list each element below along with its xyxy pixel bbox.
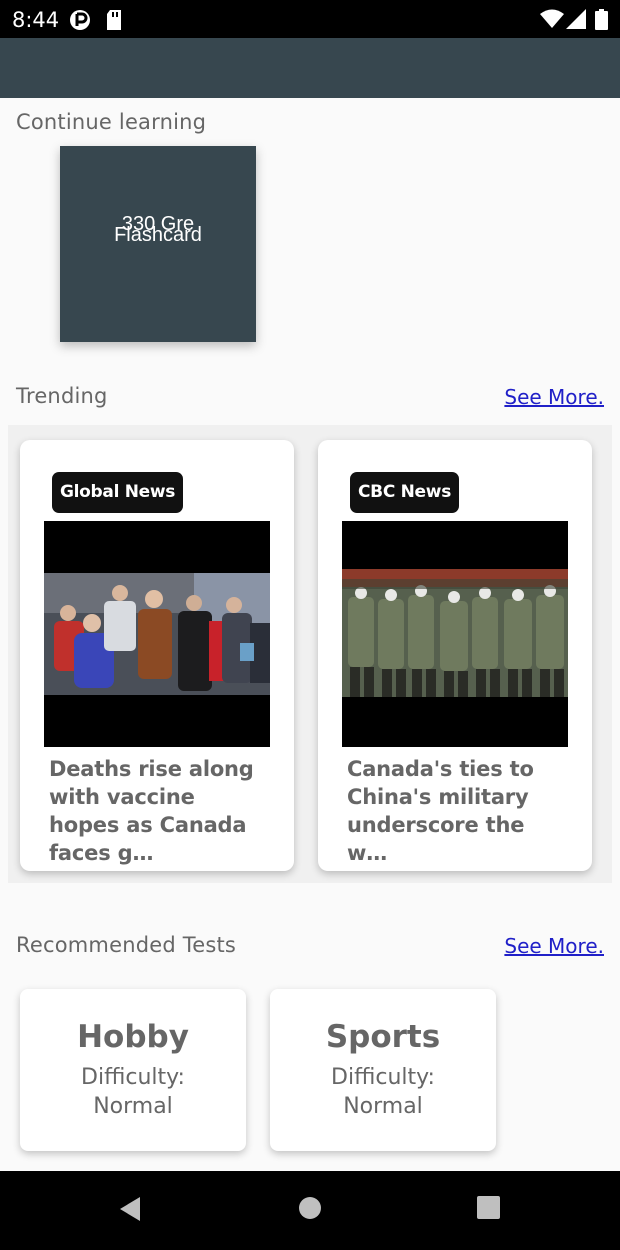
- app-bar: [0, 38, 620, 98]
- flashcard-title-line2: Flashcard: [114, 224, 202, 246]
- status-bar: 8:44: [0, 0, 620, 38]
- test-difficulty-label: Difficulty:: [331, 1065, 435, 1090]
- news-headline: Canada's ties to China's military unders…: [347, 757, 534, 865]
- test-card-hobby[interactable]: Hobby Difficulty: Normal: [20, 989, 246, 1151]
- test-name: Hobby: [77, 1019, 189, 1055]
- trending-see-more-link[interactable]: See More.: [504, 385, 604, 409]
- news-card-2[interactable]: CBC News Canada's ties to China's milita…: [318, 440, 592, 871]
- news-source-badge: Global News: [52, 472, 184, 513]
- status-time: 8:44: [12, 8, 60, 32]
- news-image: [44, 521, 270, 747]
- news-headline: Deaths rise along with vaccine hopes as …: [49, 757, 254, 865]
- flashcard-card[interactable]: 330 Gre Flashcard: [60, 146, 256, 342]
- test-difficulty-value: Normal: [93, 1094, 173, 1119]
- back-icon[interactable]: [118, 1196, 142, 1227]
- test-difficulty-label: Difficulty:: [81, 1065, 185, 1090]
- recommended-tests-title: Recommended Tests: [16, 933, 237, 957]
- test-card-sports[interactable]: Sports Difficulty: Normal: [270, 989, 496, 1151]
- battery-icon: [595, 9, 608, 35]
- signal-icon: [566, 9, 586, 34]
- test-name: Sports: [325, 1019, 441, 1055]
- sd-card-icon: [105, 9, 123, 36]
- home-icon[interactable]: [298, 1196, 322, 1225]
- news-source-badge: CBC News: [350, 472, 460, 513]
- carrier-icon: [69, 9, 91, 36]
- trending-title: Trending: [16, 384, 108, 408]
- test-difficulty-value: Normal: [343, 1094, 423, 1119]
- continue-learning-title: Continue learning: [16, 110, 207, 134]
- news-image: [342, 521, 568, 747]
- recents-icon[interactable]: [477, 1196, 500, 1224]
- news-card-1[interactable]: Global News Deaths rise along with vacci…: [20, 440, 294, 871]
- system-nav-bar: [0, 1171, 620, 1250]
- wifi-icon: [540, 9, 564, 34]
- tests-see-more-link[interactable]: See More.: [504, 934, 604, 958]
